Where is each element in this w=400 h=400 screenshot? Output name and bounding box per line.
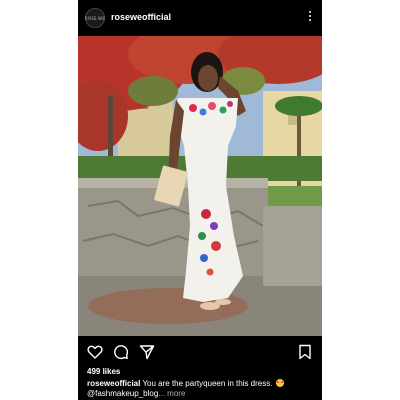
caption-username[interactable]: roseweofficial — [87, 379, 140, 388]
likes-count[interactable]: 499 likes — [87, 367, 120, 376]
post-header: ROSE.WE roseweofficial — [78, 0, 322, 36]
caption-text: You are the partyqueen in this dress. — [142, 379, 273, 388]
comment-icon[interactable] — [113, 344, 129, 360]
avatar[interactable]: ROSE.WE — [85, 8, 105, 28]
send-icon[interactable] — [139, 344, 155, 360]
more-link[interactable]: ... more — [158, 389, 185, 398]
username[interactable]: roseweofficial — [111, 12, 171, 22]
photo-illustration — [78, 36, 322, 336]
bookmark-icon[interactable] — [297, 344, 313, 360]
caption-mention[interactable]: @fashmakeup_blog — [87, 389, 158, 398]
heart-eyes-emoji-icon — [275, 379, 284, 387]
post-actions — [78, 340, 322, 362]
more-vertical-icon[interactable] — [309, 11, 312, 24]
instagram-post: ROSE.WE roseweofficial 499 likes roseweo… — [78, 0, 322, 400]
heart-icon[interactable] — [87, 344, 103, 360]
post-photo[interactable] — [78, 36, 322, 336]
post-caption: roseweofficial You are the partyqueen in… — [87, 379, 317, 399]
